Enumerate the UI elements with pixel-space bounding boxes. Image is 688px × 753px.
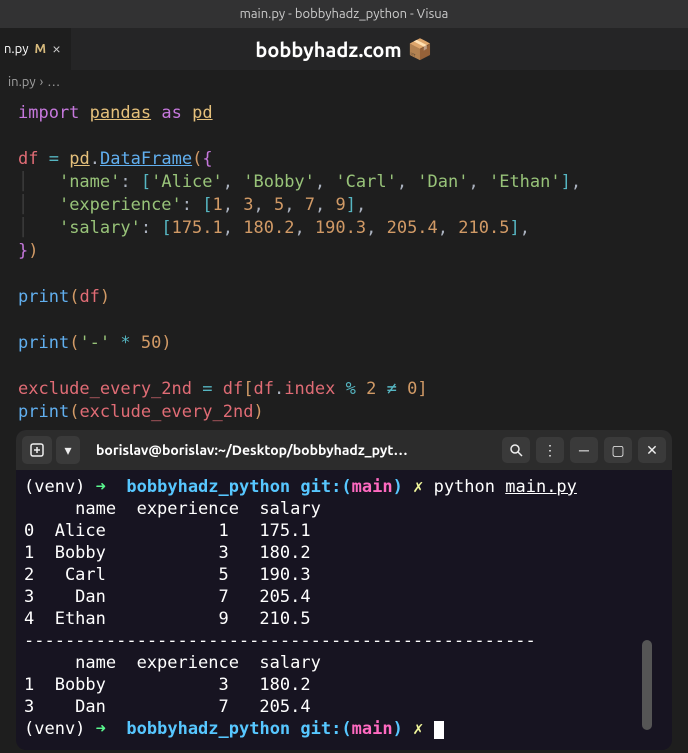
output-row: 4 Ethan 9 210.5: [24, 609, 311, 629]
breadcrumb[interactable]: in.py › …: [0, 70, 688, 94]
terminal-scrollbar[interactable]: [642, 640, 652, 730]
search-button[interactable]: [502, 437, 530, 463]
prompt-dir: bobbyhadz_python: [126, 477, 290, 497]
output-row: 2 Carl 5 190.3: [24, 565, 311, 585]
maximize-button[interactable]: ▢: [604, 437, 632, 463]
search-icon: [509, 443, 523, 457]
modified-indicator: M: [34, 42, 46, 56]
tab-dropdown-button[interactable]: ▾: [56, 436, 80, 464]
output-row: 3 Dan 7 205.4: [24, 697, 311, 717]
output-row: 0 Alice 1 175.1: [24, 521, 311, 541]
output-divider: ----------------------------------------…: [24, 631, 536, 651]
key-salary: 'salary': [59, 218, 141, 238]
terminal-cursor: [434, 721, 444, 739]
git-branch: main: [352, 477, 393, 497]
alias-pd: pd: [192, 103, 212, 123]
output-row: 3 Dan 7 205.4: [24, 587, 311, 607]
keyword-import: import: [18, 103, 79, 123]
box-icon: 📦: [408, 37, 433, 61]
terminal-titlebar: ▾ borislav@borislav:~/Desktop/bobbyhadz_…: [16, 430, 672, 470]
fn-print: print: [18, 402, 69, 422]
close-window-button[interactable]: ✕: [638, 437, 666, 463]
prompt-arrow-icon: ➜: [96, 719, 106, 739]
minimize-button[interactable]: ─: [570, 437, 598, 463]
op-eq: =: [49, 149, 59, 169]
dirty-icon: ✗: [413, 719, 423, 739]
editor-tab-bar: n.py M × bobbyhadz.com 📦: [0, 28, 688, 70]
tab-filename: n.py: [4, 42, 28, 56]
new-terminal-icon: [30, 443, 44, 457]
cls-dataframe: DataFrame: [100, 149, 192, 169]
git-label: git:: [300, 477, 341, 497]
op-neq: ≠: [387, 379, 397, 399]
key-experience: 'experience': [59, 195, 182, 215]
dirty-icon: ✗: [413, 477, 423, 497]
obj-pd: pd: [69, 149, 89, 169]
menu-button[interactable]: ⋮: [536, 437, 564, 463]
editor-tab-main-py[interactable]: n.py M ×: [0, 28, 71, 70]
close-icon[interactable]: ×: [52, 40, 61, 58]
terminal-window: ▾ borislav@borislav:~/Desktop/bobbyhadz_…: [16, 430, 672, 750]
fn-print: print: [18, 287, 69, 307]
close-icon: ✕: [646, 442, 658, 459]
fn-print: print: [18, 333, 69, 353]
output-row: 1 Bobby 3 180.2: [24, 675, 311, 695]
breadcrumb-file: in.py: [8, 75, 36, 89]
var-df: df: [18, 149, 38, 169]
minimize-icon: ─: [579, 442, 589, 458]
kebab-menu-icon: ⋮: [543, 442, 557, 459]
terminal-body[interactable]: (venv) ➜ bobbyhadz_python git:(main) ✗ p…: [16, 470, 672, 750]
code-editor[interactable]: import pandas as pd df = pd.DataFrame({ …: [0, 94, 688, 432]
module-pandas: pandas: [90, 103, 151, 123]
keyword-as: as: [161, 103, 181, 123]
breadcrumb-more: …: [47, 75, 60, 89]
command-file: main.py: [505, 477, 577, 497]
chevron-down-icon: ▾: [64, 442, 71, 459]
watermark-text: bobbyhadz.com: [255, 38, 401, 61]
output-header: name experience salary: [24, 499, 321, 519]
var-exclude: exclude_every_2nd: [18, 379, 192, 399]
new-tab-button[interactable]: [22, 436, 52, 464]
maximize-icon: ▢: [611, 442, 624, 459]
watermark-overlay: bobbyhadz.com 📦: [0, 28, 688, 70]
command-exe: python: [434, 477, 495, 497]
venv-indicator: (venv): [24, 477, 85, 497]
chevron-right-icon: ›: [40, 75, 44, 89]
window-title-bar: main.py - bobbyhadz_python - Visua: [0, 0, 688, 28]
key-name: 'name': [59, 172, 120, 192]
terminal-title: borislav@borislav:~/Desktop/bobbyhadz_py…: [84, 442, 498, 458]
window-title: main.py - bobbyhadz_python - Visua: [240, 7, 449, 21]
prompt-arrow-icon: ➜: [96, 477, 106, 497]
output-header: name experience salary: [24, 653, 321, 673]
output-row: 1 Bobby 3 180.2: [24, 543, 311, 563]
